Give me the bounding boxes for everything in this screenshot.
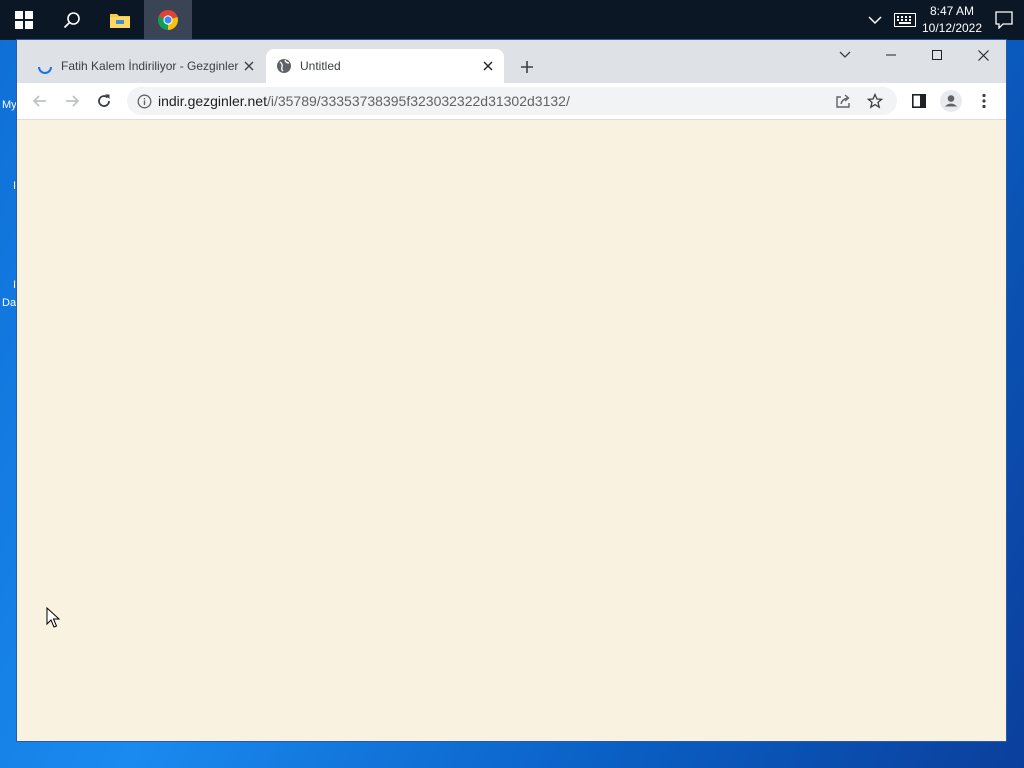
back-arrow-icon[interactable] — [28, 89, 52, 113]
url-text[interactable]: indir.gezginler.net/i/35789/33353738395f… — [158, 93, 570, 109]
close-window-icon[interactable] — [960, 40, 1006, 70]
star-icon[interactable] — [867, 93, 883, 109]
url-host: indir.gezginler.net — [158, 93, 267, 109]
page-content[interactable] — [17, 120, 1006, 741]
forward-arrow-icon[interactable] — [60, 89, 84, 113]
reload-icon[interactable] — [92, 89, 116, 113]
tab-strip: Fatih Kalem İndiriliyor - Gezginler Unti… — [17, 40, 1006, 83]
side-panel-icon[interactable] — [907, 89, 931, 113]
browser-window: Fatih Kalem İndiriliyor - Gezginler Unti… — [17, 40, 1006, 741]
windows-start-icon[interactable] — [0, 0, 48, 40]
system-clock[interactable]: 8:47 AM 10/12/2022 — [920, 3, 984, 37]
info-icon[interactable] — [137, 94, 152, 109]
address-bar[interactable]: indir.gezginler.net/i/35789/33353738395f… — [127, 87, 897, 115]
keyboard-icon[interactable] — [890, 0, 920, 40]
search-icon[interactable] — [48, 0, 96, 40]
tab-title: Fatih Kalem İndiriliyor - Gezginler — [61, 59, 239, 73]
desktop-label[interactable]: I — [13, 279, 16, 291]
tab-search-icon[interactable] — [822, 40, 868, 70]
file-explorer-icon[interactable] — [96, 0, 144, 40]
tab-untitled[interactable]: Untitled — [266, 49, 504, 83]
chrome-icon[interactable] — [144, 0, 192, 40]
profile-icon[interactable] — [939, 89, 963, 113]
loading-spinner-icon — [37, 58, 53, 74]
mouse-cursor-icon — [46, 606, 61, 634]
share-icon[interactable] — [835, 93, 851, 109]
minimize-icon[interactable] — [868, 40, 914, 70]
notification-icon[interactable] — [984, 0, 1024, 40]
desktop-label[interactable]: My — [2, 99, 17, 111]
tab-gezginler[interactable]: Fatih Kalem İndiriliyor - Gezginler — [27, 49, 265, 83]
taskbar: 8:47 AM 10/12/2022 — [0, 0, 1024, 40]
url-path: /i/35789/33353738395f323032322d31302d313… — [266, 93, 570, 109]
chevron-up-icon[interactable] — [860, 0, 890, 40]
close-icon[interactable] — [241, 58, 257, 74]
clock-date: 10/12/2022 — [921, 21, 983, 35]
globe-icon — [276, 58, 292, 74]
clock-time: 8:47 AM — [929, 4, 975, 18]
tab-title: Untitled — [300, 59, 341, 73]
desktop-label[interactable]: Da — [2, 297, 16, 309]
kebab-menu-icon[interactable] — [972, 89, 996, 113]
desktop-label[interactable]: I — [13, 180, 16, 192]
browser-toolbar: indir.gezginler.net/i/35789/33353738395f… — [17, 83, 1006, 120]
close-icon[interactable] — [480, 58, 496, 74]
maximize-icon[interactable] — [914, 40, 960, 70]
new-tab-button[interactable] — [515, 55, 539, 79]
